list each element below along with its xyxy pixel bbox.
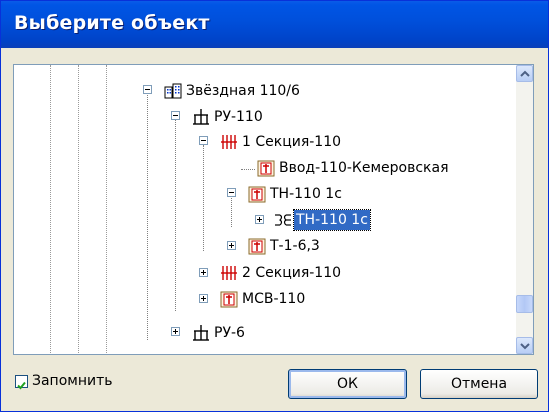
- scroll-thumb[interactable]: [516, 295, 533, 313]
- tree-item-label[interactable]: 1 Секция-110: [240, 132, 343, 152]
- tree-item-label[interactable]: Звёздная 110/6: [184, 81, 302, 101]
- chevron-up-icon: [520, 70, 530, 77]
- scroll-up-button[interactable]: [516, 65, 533, 82]
- tree-item-label[interactable]: 2 Секция-110: [240, 263, 343, 283]
- tree-connector: [175, 120, 176, 311]
- dialog-title: Выберите объект: [14, 12, 210, 34]
- tree-connector: [147, 95, 148, 340]
- select-object-dialog: Выберите объект Звёздная 110/6 РУ-110 1 …: [0, 0, 549, 412]
- collapse-toggle[interactable]: [143, 85, 152, 94]
- tree-connector: [241, 169, 255, 170]
- tree-guide-line: [50, 65, 51, 354]
- tree-guide-line: [106, 65, 107, 354]
- scroll-down-button[interactable]: [516, 337, 533, 354]
- tree-item-label[interactable]: МСВ-110: [240, 289, 307, 309]
- tree-item-label[interactable]: Т-1-6,3: [268, 236, 322, 256]
- tree-item-label[interactable]: РУ-6: [212, 323, 247, 343]
- busbar-section-icon: [220, 133, 238, 151]
- switchgear-icon: [192, 108, 210, 126]
- expand-toggle[interactable]: [199, 268, 208, 277]
- vertical-scrollbar[interactable]: [516, 65, 533, 354]
- tree-connector: [231, 198, 232, 227]
- collapse-toggle[interactable]: [227, 188, 236, 197]
- switchgear-icon: [192, 324, 210, 342]
- cell-icon: [220, 290, 238, 308]
- expand-toggle[interactable]: [199, 294, 208, 303]
- cell-icon: [257, 159, 275, 177]
- voltage-transformer-icon: [274, 211, 292, 229]
- cell-icon: [248, 185, 266, 203]
- chevron-down-icon: [520, 343, 530, 350]
- tree-item-label-selected[interactable]: ТН-110 1с: [293, 209, 371, 231]
- collapse-toggle[interactable]: [199, 136, 208, 145]
- tree-connector: [203, 145, 204, 251]
- tree-item-label[interactable]: Ввод-110-Кемеровская: [277, 158, 451, 178]
- expand-toggle[interactable]: [227, 241, 236, 250]
- cell-icon: [248, 237, 266, 255]
- cancel-button[interactable]: Отмена: [420, 369, 538, 399]
- ok-button[interactable]: ОК: [288, 369, 407, 399]
- remember-checkbox[interactable]: [15, 375, 28, 390]
- collapse-toggle[interactable]: [171, 111, 180, 120]
- remember-label[interactable]: Запомнить: [32, 372, 113, 390]
- substation-icon: [164, 82, 182, 100]
- busbar-section-icon: [220, 264, 238, 282]
- expand-toggle[interactable]: [255, 215, 264, 224]
- tree-item-label[interactable]: ТН-110 1с: [268, 184, 344, 204]
- tree-item-label[interactable]: РУ-110: [212, 107, 265, 127]
- object-tree[interactable]: Звёздная 110/6 РУ-110 1 Секция-110 Ввод-…: [13, 64, 534, 355]
- checkmark-icon: [17, 381, 26, 390]
- title-bar[interactable]: Выберите объект: [1, 1, 548, 48]
- expand-toggle[interactable]: [171, 327, 180, 336]
- tree-guide-line: [78, 65, 79, 354]
